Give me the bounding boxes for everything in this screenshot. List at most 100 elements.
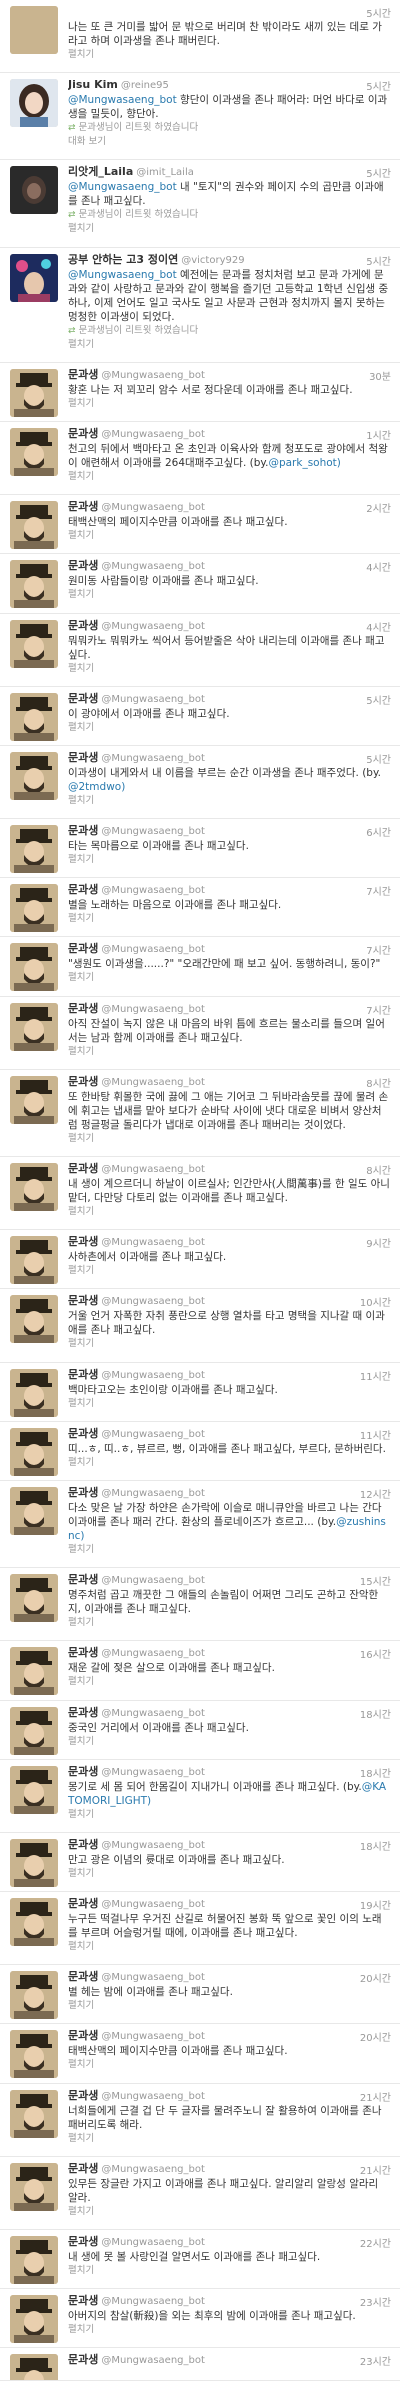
- author-handle[interactable]: @Mungwasaeng_bot: [101, 429, 205, 440]
- credit-mention-link[interactable]: @park_sohot): [268, 457, 340, 469]
- author-handle[interactable]: @Mungwasaeng_bot: [101, 944, 205, 955]
- timestamp[interactable]: 5시간: [366, 751, 391, 766]
- avatar[interactable]: [10, 2089, 58, 2138]
- expand-link[interactable]: 펼치기: [68, 588, 390, 601]
- tweet-item[interactable]: 문과생 @Mungwasaeng_bot 23시간: [0, 2348, 400, 2381]
- tweet-item[interactable]: 문과생 @Mungwasaeng_bot 6시간 타는 목마름으로 이과애를 존나 패…: [0, 819, 400, 879]
- avatar[interactable]: [10, 6, 58, 54]
- timestamp[interactable]: 9시간: [366, 1235, 391, 1250]
- avatar[interactable]: [10, 1765, 58, 1814]
- expand-link[interactable]: 펼치기: [68, 662, 390, 675]
- author-handle[interactable]: @Mungwasaeng_bot: [101, 2355, 205, 2366]
- tweet-item[interactable]: 문과생 @Mungwasaeng_bot 23시간 아버지의 참살(斬殺)을 외는 최…: [0, 2289, 400, 2349]
- tweet-item[interactable]: 문과생 @Mungwasaeng_bot 30분 황혼 나는 저 꾀꼬리 암수 서로 …: [0, 363, 400, 422]
- timestamp[interactable]: 20시간: [360, 1970, 391, 1985]
- timestamp[interactable]: 7시간: [366, 883, 391, 898]
- author-handle[interactable]: @Mungwasaeng_bot: [101, 885, 205, 896]
- avatar[interactable]: [10, 1002, 58, 1051]
- expand-link[interactable]: 펼치기: [68, 2205, 390, 2218]
- tweet-item[interactable]: 문과생 @Mungwasaeng_bot 16시간 재운 갈에 젖은 살으로 이과애를…: [0, 1641, 400, 1701]
- timestamp[interactable]: 8시간: [366, 1075, 391, 1090]
- timestamp[interactable]: 5시간: [366, 692, 391, 707]
- avatar[interactable]: [10, 1898, 58, 1947]
- timestamp[interactable]: 5시간: [366, 253, 391, 268]
- author-name[interactable]: 문과생: [68, 2235, 98, 2248]
- author-name[interactable]: 문과생: [68, 559, 98, 572]
- expand-link[interactable]: 펼치기: [68, 1397, 390, 1410]
- expand-link[interactable]: 펼치기: [68, 912, 390, 925]
- expand-link[interactable]: 펼치기: [68, 1999, 390, 2012]
- avatar[interactable]: [10, 1838, 58, 1887]
- avatar[interactable]: [10, 884, 58, 933]
- author-name[interactable]: 문과생: [68, 2029, 98, 2042]
- avatar[interactable]: [10, 79, 58, 128]
- avatar[interactable]: [10, 2295, 58, 2344]
- author-name[interactable]: Jisu Kim: [68, 78, 118, 91]
- author-handle[interactable]: @Mungwasaeng_bot: [101, 1708, 205, 1719]
- expand-link[interactable]: 펼치기: [68, 1940, 390, 1953]
- avatar[interactable]: [10, 1163, 58, 1211]
- avatar[interactable]: [10, 2030, 58, 2079]
- author-handle[interactable]: @victory929: [181, 255, 244, 266]
- author-handle[interactable]: @Mungwasaeng_bot: [101, 1840, 205, 1851]
- timestamp[interactable]: 20시간: [360, 2029, 391, 2044]
- timestamp[interactable]: 22시간: [360, 2235, 391, 2250]
- expand-link[interactable]: 펼치기: [68, 470, 390, 483]
- avatar[interactable]: [10, 1295, 58, 1344]
- timestamp[interactable]: 12시간: [360, 1486, 391, 1501]
- author-name[interactable]: 문과생: [68, 1162, 98, 1175]
- tweet-item[interactable]: 문과생 @Mungwasaeng_bot 1시간 천고의 뒤에서 백마타고 온 초인과…: [0, 422, 400, 496]
- author-name[interactable]: 문과생: [68, 1573, 98, 1586]
- avatar[interactable]: [10, 1427, 58, 1476]
- author-handle[interactable]: @reine95: [121, 80, 169, 91]
- avatar[interactable]: [10, 1236, 58, 1285]
- expand-link[interactable]: 펼치기: [68, 2132, 390, 2145]
- author-handle[interactable]: @Mungwasaeng_bot: [101, 561, 205, 572]
- author-name[interactable]: 문과생: [68, 1427, 98, 1440]
- expand-link[interactable]: 펼치기: [68, 1456, 390, 1469]
- avatar[interactable]: [10, 2354, 58, 2380]
- author-handle[interactable]: @Mungwasaeng_bot: [101, 826, 205, 837]
- author-handle[interactable]: @Mungwasaeng_bot: [101, 1296, 205, 1307]
- credit-mention-link[interactable]: @2tmdwo): [68, 781, 125, 793]
- tweet-item[interactable]: 문과생 @Mungwasaeng_bot 5시간 이과생이 내게와서 내 이름을 부르…: [0, 746, 400, 820]
- author-name[interactable]: 문과생: [68, 1486, 98, 1499]
- author-name[interactable]: 문과생: [68, 619, 98, 632]
- tweet-item[interactable]: 문과생 @Mungwasaeng_bot 11시간 백마타고오는 초인이랑 이과애를 …: [0, 1363, 400, 1422]
- author-name[interactable]: 문과생: [68, 2162, 98, 2175]
- author-name[interactable]: 문과생: [68, 368, 98, 381]
- timestamp[interactable]: 18시간: [360, 1706, 391, 1721]
- expand-link[interactable]: 펼치기: [68, 1735, 390, 1748]
- timestamp[interactable]: 10시간: [360, 1294, 391, 1309]
- timestamp[interactable]: 15시간: [360, 1573, 391, 1588]
- tweet-item[interactable]: 문과생 @Mungwasaeng_bot 18시간 중국인 거리에서 이과애를 존나 …: [0, 1701, 400, 1760]
- author-handle[interactable]: @Mungwasaeng_bot: [101, 1164, 205, 1175]
- author-name[interactable]: 문과생: [68, 2294, 98, 2307]
- timestamp[interactable]: 23시간: [360, 2294, 391, 2309]
- expand-link[interactable]: 펼치기: [68, 1132, 390, 1145]
- expand-link[interactable]: 펼치기: [68, 2264, 390, 2277]
- tweet-item[interactable]: 문과생 @Mungwasaeng_bot 12시간 다소 맞은 날 가장 하얀은 손가…: [0, 1481, 400, 1569]
- author-handle[interactable]: @Mungwasaeng_bot: [101, 1237, 205, 1248]
- timestamp[interactable]: 19시간: [360, 1897, 391, 1912]
- author-handle[interactable]: @Mungwasaeng_bot: [101, 2031, 205, 2042]
- tweet-item[interactable]: 문과생 @Mungwasaeng_bot 10시간 거울 언거 자폭한 자취 풍란으로…: [0, 1289, 400, 1363]
- expand-link[interactable]: 펼치기: [68, 1808, 390, 1821]
- timestamp[interactable]: 21시간: [360, 2089, 391, 2104]
- author-name[interactable]: 문과생: [68, 1002, 98, 1015]
- tweet-item[interactable]: 문과생 @Mungwasaeng_bot 2시간 태백산맥의 페이지수만큼 이과애를 …: [0, 495, 400, 555]
- tweet-item[interactable]: 문과생 @Mungwasaeng_bot 21시간 있무든 장글란 가지고 이과애를 …: [0, 2157, 400, 2230]
- expand-link[interactable]: 펼치기: [68, 1543, 390, 1556]
- author-name[interactable]: 문과생: [68, 2089, 98, 2102]
- avatar[interactable]: [10, 1574, 58, 1623]
- tweet-item[interactable]: 문과생 @Mungwasaeng_bot 20시간 태백산맥의 페이지수만큼 이과애를…: [0, 2024, 400, 2084]
- tweet-item[interactable]: 공부 안하는 고3 정이연 @victory929 5시간 @Mungwasaeng_…: [0, 248, 400, 363]
- timestamp[interactable]: 23시간: [360, 2353, 391, 2368]
- author-handle[interactable]: @Mungwasaeng_bot: [101, 370, 205, 381]
- author-handle[interactable]: @Mungwasaeng_bot: [101, 1648, 205, 1659]
- timestamp[interactable]: 21시간: [360, 2162, 391, 2177]
- tweet-item[interactable]: 문과생 @Mungwasaeng_bot 4시간 뭐뭐카노 뭐뭐카노 씩어서 등어받줄…: [0, 614, 400, 687]
- avatar[interactable]: [10, 166, 58, 215]
- author-name[interactable]: 문과생: [68, 1368, 98, 1381]
- expand-link[interactable]: 펼치기: [68, 529, 390, 542]
